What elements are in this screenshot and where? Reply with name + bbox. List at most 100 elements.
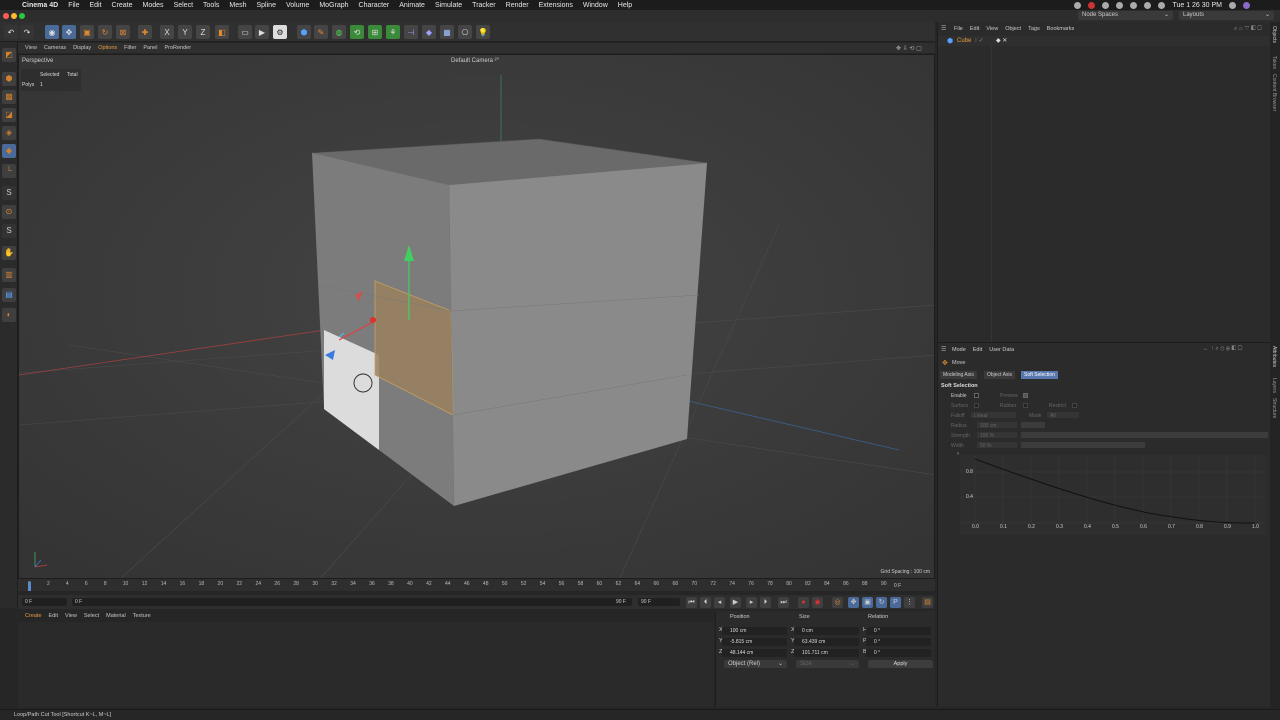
avatar[interactable]	[1243, 1, 1250, 9]
coord-mode-dropdown[interactable]: Object (Rel) ⌄	[724, 660, 787, 668]
viewport-nav-icons[interactable]: ✥ ⇩ ⟲ ▢	[896, 45, 922, 52]
material-manager-area[interactable]	[18, 622, 714, 707]
objects-menu-object[interactable]: Object	[1005, 26, 1021, 32]
current-frame-field[interactable]: 0 F	[22, 598, 67, 606]
render-view-icon[interactable]: ▭	[238, 25, 252, 39]
redo-icon[interactable]: ↷	[20, 25, 34, 39]
viewport-scene[interactable]	[19, 55, 935, 579]
objects-menu-edit[interactable]: Edit	[970, 26, 979, 32]
viewport-solo-icon[interactable]: ◐	[2, 308, 16, 322]
viewport-camera-label[interactable]: Default Camera ²°	[451, 58, 499, 64]
clock[interactable]: Tue 1 26 30 PM	[1172, 2, 1222, 9]
object-row-cube[interactable]: ⬢ Cube ⁝ ✓ ◆ ✕	[938, 36, 1271, 46]
pos-x-field[interactable]: 100 cm	[722, 627, 787, 635]
objects-menu-view[interactable]: View	[986, 26, 998, 32]
make-editable-icon[interactable]: ◩	[2, 48, 16, 62]
max-frame-field[interactable]: 90 F	[638, 598, 680, 606]
camera-icon[interactable]: ⎔	[458, 25, 472, 39]
attr-menu-edit[interactable]: Edit	[973, 347, 982, 353]
object-manager-nav-icons[interactable]: ⌕ ⌂ ▽ ◧ ▢	[1234, 26, 1262, 33]
menu-mesh[interactable]: Mesh	[229, 2, 246, 9]
pos-z-field[interactable]: 48.144 cm	[722, 649, 787, 657]
timeline-ruler[interactable]: 0246810121416182022242628303234363840424…	[18, 579, 935, 591]
size-mode-dropdown[interactable]: Size ⌄	[796, 660, 859, 668]
deformer-icon[interactable]: ⊞	[368, 25, 382, 39]
visibility-dots[interactable]: ⁝ ✓	[975, 37, 984, 44]
apply-button[interactable]: Apply	[868, 660, 933, 668]
zoom-window-button[interactable]	[19, 13, 25, 19]
viewport-menu-view[interactable]: View	[25, 45, 37, 51]
y-axis-lock-button[interactable]: Y	[178, 25, 192, 39]
next-frame-icon[interactable]: ▸	[746, 597, 757, 608]
size-x-field[interactable]: 0 cm	[794, 627, 859, 635]
undo-icon[interactable]: ↶	[4, 25, 18, 39]
panel-menu-icon[interactable]: ☰	[941, 25, 946, 32]
enable-checkbox[interactable]	[974, 393, 979, 398]
menu-volume[interactable]: Volume	[286, 2, 309, 9]
autokey-icon[interactable]: ◉	[812, 597, 823, 608]
workplane-icon[interactable]: ◪	[2, 108, 16, 122]
node-spaces-dropdown[interactable]: Node Spaces ⌄	[1078, 11, 1173, 20]
objects-menu-bookmarks[interactable]: Bookmarks	[1047, 26, 1075, 32]
side-tab-structure[interactable]: Structure	[1271, 398, 1277, 418]
layouts-dropdown[interactable]: Layouts ⌄	[1179, 11, 1274, 20]
previous-key-icon[interactable]: ⏴	[700, 597, 711, 608]
record-icon[interactable]	[1074, 1, 1082, 9]
scale-tool-icon[interactable]: ▣	[80, 25, 94, 39]
key-rotation-icon[interactable]: ↻	[876, 597, 887, 608]
preview-range-slider[interactable]: 0 F 90 F	[72, 598, 632, 606]
volume-icon[interactable]	[1116, 1, 1124, 9]
interpolation-icon[interactable]: ▤	[922, 597, 933, 608]
material-menu-texture[interactable]: Texture	[133, 613, 151, 619]
bluetooth-icon[interactable]	[1130, 1, 1138, 9]
live-selection-icon[interactable]: ◉	[45, 25, 59, 39]
panel-menu-icon[interactable]: ☰	[941, 346, 946, 353]
x-axis-lock-button[interactable]: X	[160, 25, 174, 39]
menu-edit[interactable]: Edit	[89, 2, 101, 9]
render-picture-viewer-icon[interactable]: ▶	[255, 25, 269, 39]
tweak-mode-icon[interactable]: ✋	[2, 246, 16, 260]
objects-menu-file[interactable]: File	[954, 26, 963, 32]
tab-soft-selection[interactable]: Soft Selection	[1021, 371, 1058, 379]
side-tab-layers[interactable]: Layers	[1271, 378, 1277, 393]
rot-h-field[interactable]: 0 °	[866, 627, 931, 635]
display-icon[interactable]	[1102, 1, 1110, 9]
menu-window[interactable]: Window	[583, 2, 608, 9]
attr-nav-icons[interactable]: ← ↑ ⌕ ⊙ ⊕ ◧ ▢	[1203, 346, 1242, 353]
close-window-button[interactable]	[3, 13, 9, 19]
tab-modeling-axis[interactable]: Modeling Axis	[940, 371, 977, 379]
coordinate-system-icon[interactable]: ◧	[215, 25, 229, 39]
viewport-menu-options[interactable]: Options	[98, 45, 117, 51]
width-slider[interactable]	[1021, 442, 1145, 448]
z-axis-lock-button[interactable]: Z	[196, 25, 210, 39]
render-settings-icon[interactable]: ⚙	[273, 25, 287, 39]
surface-checkbox[interactable]	[974, 403, 979, 408]
go-to-end-icon[interactable]: ⏭	[778, 597, 789, 608]
play-icon[interactable]: ▶	[730, 597, 741, 608]
lock-workplane-icon[interactable]: ▥	[2, 268, 16, 282]
polygons-mode-icon[interactable]: ◆	[2, 144, 16, 158]
cloner-icon[interactable]: ⟲	[350, 25, 364, 39]
viewport-menu-panel[interactable]: Panel	[143, 45, 157, 51]
side-tab-takes[interactable]: Takes	[1271, 56, 1277, 69]
environment-icon[interactable]: ◆	[422, 25, 436, 39]
minimize-window-button[interactable]	[11, 13, 17, 19]
key-pla-icon[interactable]: ⋮	[904, 597, 915, 608]
pen-spline-icon[interactable]: ✎	[314, 25, 328, 39]
planar-workplane-icon[interactable]: ▤	[2, 288, 16, 302]
create-object-icon[interactable]: ✚	[138, 25, 152, 39]
effector-icon[interactable]: ⚘	[386, 25, 400, 39]
rot-p-field[interactable]: 0 °	[866, 638, 931, 646]
rotate-tool-icon[interactable]: ↻	[98, 25, 112, 39]
move-tool-icon[interactable]: ✥	[62, 25, 76, 39]
rubber-checkbox[interactable]	[1023, 403, 1028, 408]
menu-spline[interactable]: Spline	[257, 2, 276, 9]
material-menu-create[interactable]: Create	[25, 613, 42, 619]
snap-icon[interactable]: S	[2, 186, 16, 200]
menu-simulate[interactable]: Simulate	[435, 2, 462, 9]
attr-menu-user-data[interactable]: User Data	[989, 347, 1014, 353]
battery-icon[interactable]	[1158, 1, 1166, 9]
menu-select[interactable]: Select	[174, 2, 193, 9]
menu-tracker[interactable]: Tracker	[472, 2, 495, 9]
menu-animate[interactable]: Animate	[399, 2, 425, 9]
